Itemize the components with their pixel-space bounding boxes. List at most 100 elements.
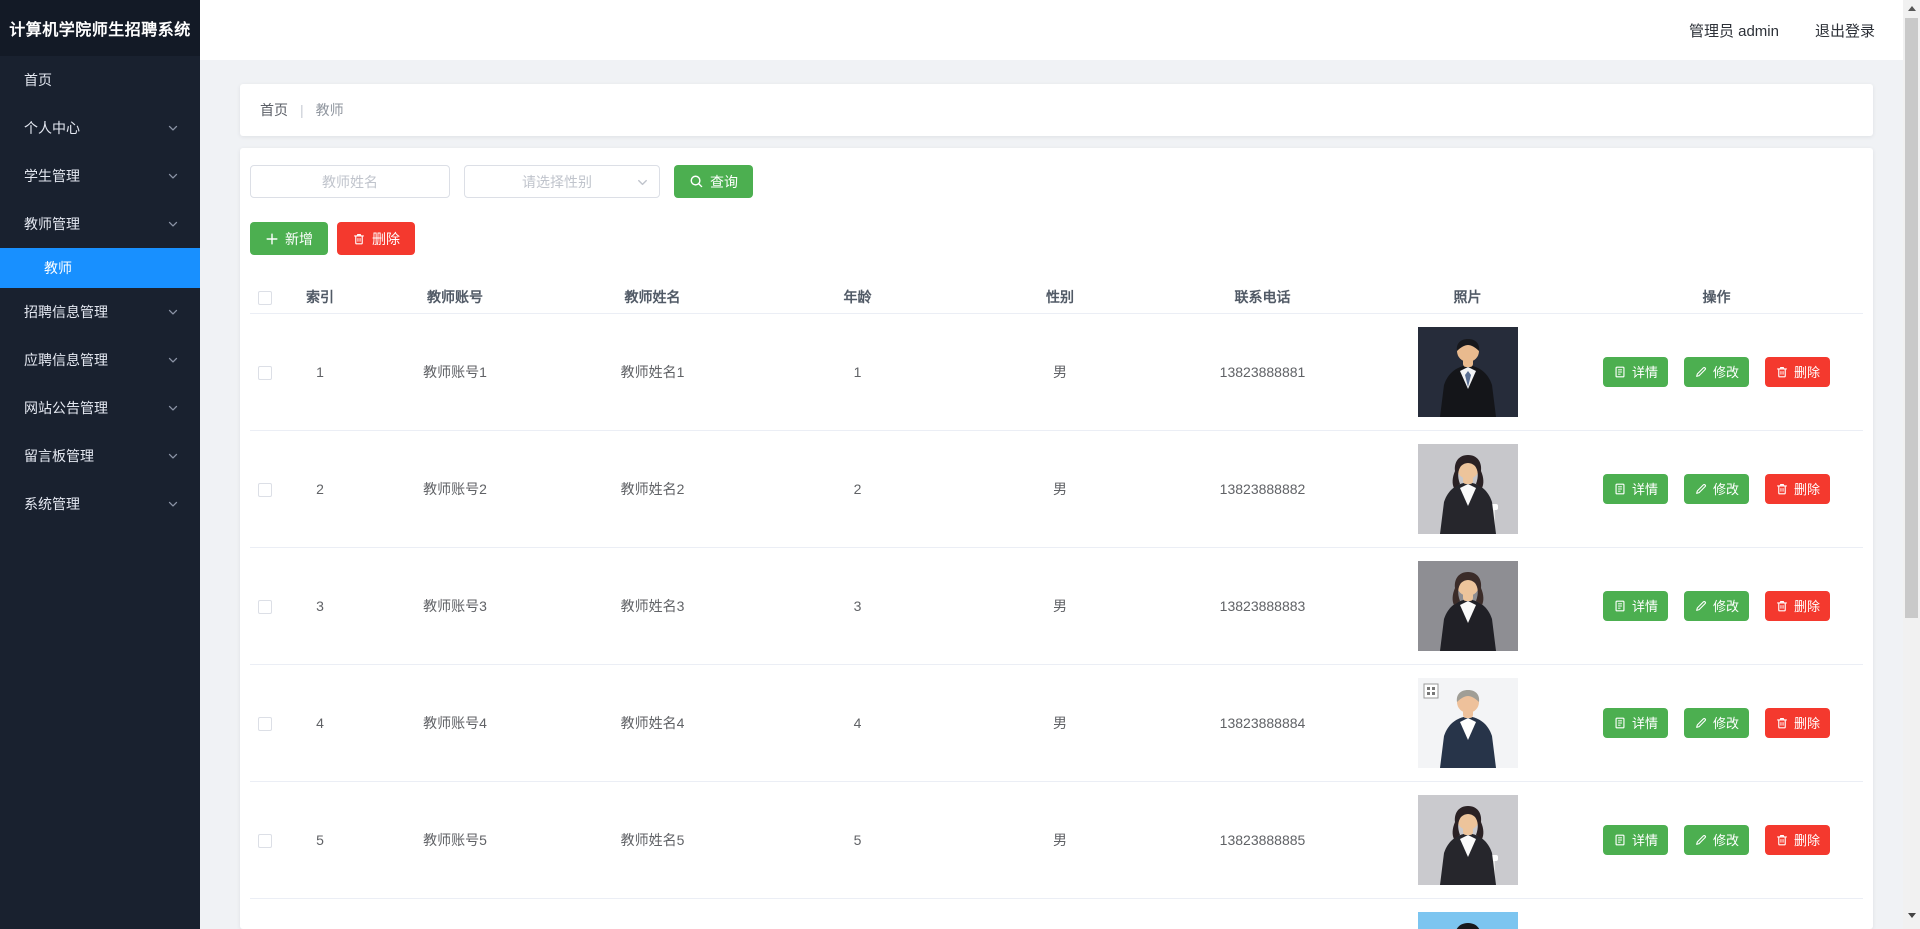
topbar: 管理员 admin 退出登录 [200, 0, 1920, 60]
app-title: 计算机学院师生招聘系统 [0, 0, 200, 56]
sidebar-item-student-mgmt[interactable]: 学生管理 [0, 152, 200, 200]
table-row [250, 898, 1863, 929]
batch-delete-button-label: 删除 [372, 230, 400, 247]
chevron-down-icon [168, 357, 178, 363]
teacher-photo [1417, 911, 1518, 929]
row-checkbox[interactable] [258, 599, 272, 614]
vertical-scrollbar[interactable] [1903, 0, 1920, 929]
table-row: 1 教师账号1 教师姓名1 1 男 13823888881 详情 修改 删除 [250, 313, 1863, 431]
cell-phone: 13823888885 [1160, 781, 1365, 899]
add-button[interactable]: 新增 [250, 222, 328, 255]
table-header-row: 索引 教师账号 教师姓名 年龄 性别 联系电话 照片 操作 [250, 281, 1863, 314]
sidebar: 计算机学院师生招聘系统 首页个人中心 学生管理 教师管理 教师 招聘信息管理应聘信息管理… [0, 0, 200, 929]
trash-icon [1777, 600, 1787, 611]
sidebar-item-label: 网站公告管理 [24, 400, 108, 416]
teacher-photo [1417, 326, 1518, 417]
teacher-name-input[interactable] [250, 165, 450, 198]
gender-select[interactable]: 请选择性别 [464, 165, 660, 198]
edit-button[interactable]: 修改 [1683, 473, 1749, 504]
edit-button[interactable]: 修改 [1683, 824, 1749, 855]
cell-age: 3 [755, 547, 960, 665]
main-card: 请选择性别 查询 新增 [240, 148, 1873, 929]
detail-button[interactable]: 详情 [1602, 707, 1668, 738]
cell-name: 教师姓名1 [550, 313, 755, 431]
delete-button[interactable]: 删除 [1765, 473, 1831, 504]
cell-account: 教师账号1 [360, 313, 550, 431]
edit-button[interactable]: 修改 [1683, 707, 1749, 738]
sidebar-item-profile[interactable]: 个人中心 [0, 104, 200, 152]
sidebar-subitem-teacher[interactable]: 教师 [0, 248, 200, 288]
column-header: 性别 [960, 281, 1160, 314]
sidebar-item-label: 应聘信息管理 [24, 352, 108, 368]
toolbar: 新增 删除 [250, 222, 1863, 255]
search-button-label: 查询 [710, 173, 738, 190]
sidebar-item-label: 首页 [24, 72, 52, 88]
current-user-label[interactable]: 管理员 admin [1689, 20, 1779, 41]
chevron-down-icon [168, 501, 178, 507]
column-header: 联系电话 [1160, 281, 1365, 314]
logout-link[interactable]: 退出登录 [1815, 20, 1875, 41]
detail-button[interactable]: 详情 [1602, 473, 1668, 504]
row-checkbox[interactable] [258, 833, 272, 848]
trash-icon [354, 233, 364, 244]
trash-icon [1777, 483, 1787, 494]
edit-icon [1696, 366, 1706, 377]
sidebar-item-message-board-mgmt[interactable]: 留言板管理 [0, 432, 200, 480]
scrollbar-thumb[interactable] [1905, 18, 1918, 618]
row-checkbox[interactable] [258, 716, 272, 731]
sidebar-item-system-mgmt[interactable]: 系统管理 [0, 480, 200, 528]
delete-button[interactable]: 删除 [1765, 824, 1831, 855]
delete-button[interactable]: 删除 [1765, 590, 1831, 621]
sidebar-menu: 首页个人中心 学生管理 教师管理 教师 招聘信息管理应聘信息管理 网站公告管理留言板管理系… [0, 56, 200, 528]
cell-phone: 13823888881 [1160, 313, 1365, 431]
cell-gender [960, 898, 1160, 929]
detail-button[interactable]: 详情 [1602, 824, 1668, 855]
cell-index: 4 [280, 664, 360, 782]
search-button[interactable]: 查询 [674, 165, 753, 198]
cell-gender: 男 [960, 781, 1160, 899]
delete-button[interactable]: 删除 [1765, 356, 1831, 387]
column-header: 教师姓名 [550, 281, 755, 314]
cell-account: 教师账号4 [360, 664, 550, 782]
document-icon [1615, 717, 1625, 728]
breadcrumb-separator: | [300, 102, 304, 118]
select-all-checkbox[interactable] [258, 290, 272, 305]
sidebar-item-recruit-info-mgmt[interactable]: 招聘信息管理 [0, 288, 200, 336]
sidebar-item-home[interactable]: 首页 [0, 56, 200, 104]
table-row: 5 教师账号5 教师姓名5 5 男 13823888885 详情 修改 删除 [250, 781, 1863, 899]
edit-icon [1696, 600, 1706, 611]
document-icon [1615, 834, 1625, 845]
breadcrumb-home[interactable]: 首页 [260, 100, 288, 120]
row-checkbox[interactable] [258, 482, 272, 497]
table-row: 3 教师账号3 教师姓名3 3 男 13823888883 详情 修改 删除 [250, 547, 1863, 665]
row-checkbox[interactable] [258, 365, 272, 380]
edit-icon [1696, 483, 1706, 494]
cell-gender: 男 [960, 664, 1160, 782]
detail-button[interactable]: 详情 [1602, 590, 1668, 621]
cell-index [280, 898, 360, 929]
cell-gender: 男 [960, 430, 1160, 548]
edit-button[interactable]: 修改 [1683, 590, 1749, 621]
cell-age [755, 898, 960, 929]
chevron-down-icon [168, 309, 178, 315]
scrollbar-down-arrow-icon[interactable] [1903, 907, 1920, 924]
delete-button[interactable]: 删除 [1765, 707, 1831, 738]
document-icon [1615, 483, 1625, 494]
search-filter-row: 请选择性别 查询 [250, 165, 1863, 198]
chevron-down-icon [168, 453, 178, 459]
sidebar-item-site-notice-mgmt[interactable]: 网站公告管理 [0, 384, 200, 432]
cell-gender: 男 [960, 313, 1160, 431]
teacher-photo [1417, 443, 1518, 534]
scrollbar-up-arrow-icon[interactable] [1903, 0, 1920, 17]
chevron-down-icon [168, 221, 178, 227]
batch-delete-button[interactable]: 删除 [337, 222, 415, 255]
edit-button[interactable]: 修改 [1683, 356, 1749, 387]
cell-name: 教师姓名5 [550, 781, 755, 899]
detail-button[interactable]: 详情 [1602, 356, 1668, 387]
cell-account: 教师账号3 [360, 547, 550, 665]
cell-account [360, 898, 550, 929]
cell-phone: 13823888884 [1160, 664, 1365, 782]
cell-name: 教师姓名2 [550, 430, 755, 548]
sidebar-item-apply-info-mgmt[interactable]: 应聘信息管理 [0, 336, 200, 384]
sidebar-item-teacher-mgmt[interactable]: 教师管理 [0, 200, 200, 248]
